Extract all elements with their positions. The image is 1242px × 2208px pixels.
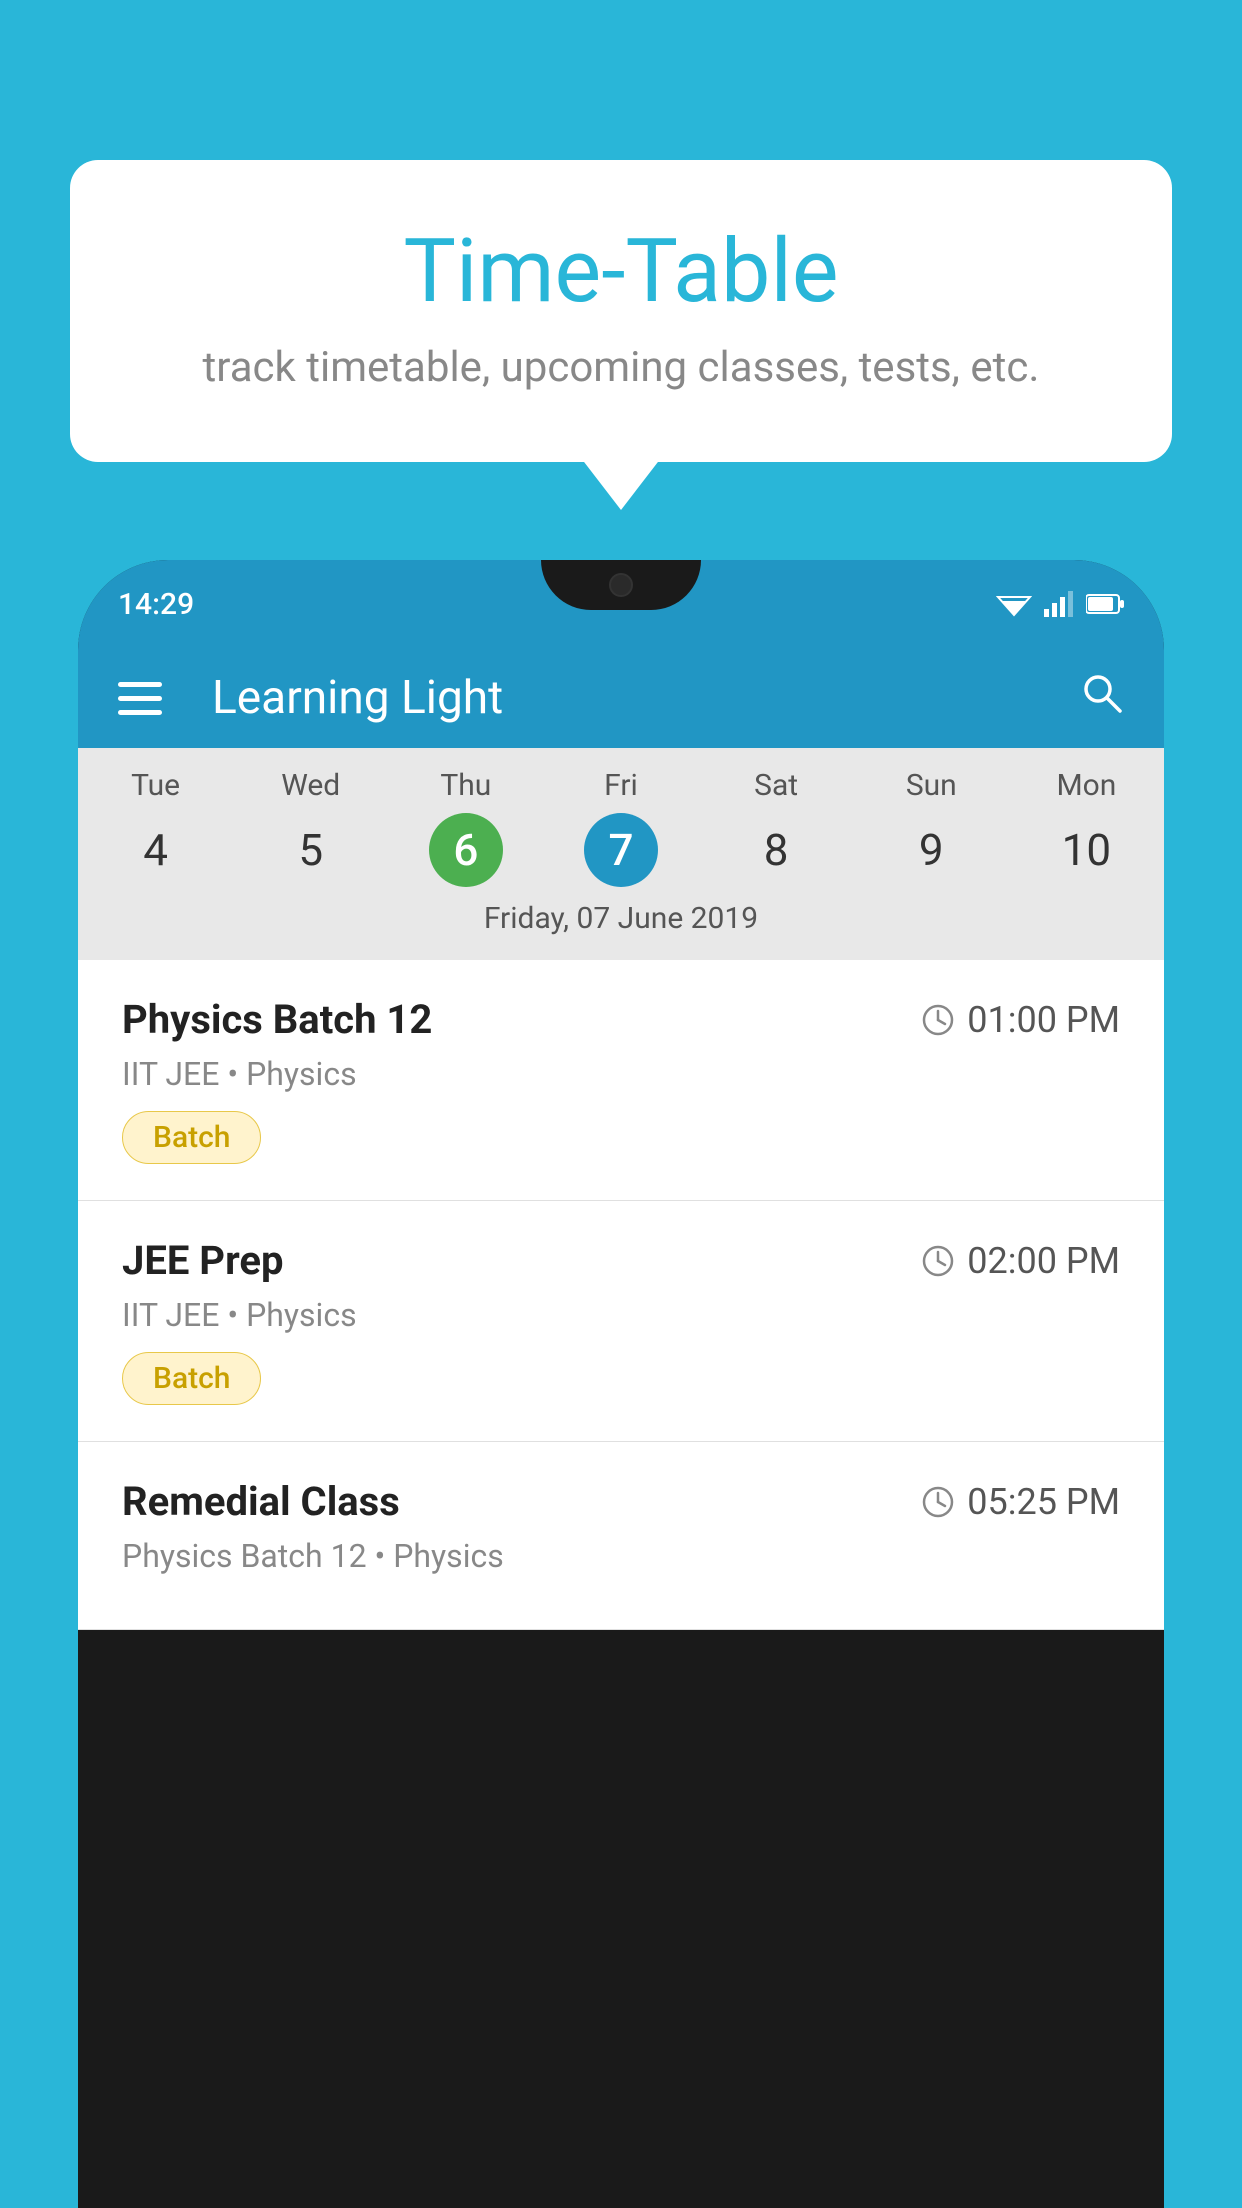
day-5[interactable]: 5 xyxy=(233,816,388,884)
wifi-icon xyxy=(996,591,1032,617)
day-label-sat[interactable]: Sat xyxy=(699,768,854,803)
schedule-subtitle-1: IIT JEE • Physics xyxy=(122,1055,1120,1093)
schedule-time-3: 05:25 PM xyxy=(921,1481,1120,1523)
day-label-fri[interactable]: Fri xyxy=(543,768,698,803)
schedule-time-2: 02:00 PM xyxy=(921,1240,1120,1282)
speech-bubble: Time-Table track timetable, upcoming cla… xyxy=(70,160,1172,462)
status-icons xyxy=(996,591,1124,617)
clock-icon-1 xyxy=(921,1003,955,1037)
day-headers: Tue Wed Thu Fri Sat Sun Mon xyxy=(78,768,1164,803)
schedule-container: Physics Batch 12 01:00 PM IIT JEE • Phys… xyxy=(78,960,1164,1630)
clock-icon-3 xyxy=(921,1485,955,1519)
schedule-subtitle-3: Physics Batch 12 • Physics xyxy=(122,1537,1120,1575)
day-label-tue[interactable]: Tue xyxy=(78,768,233,803)
day-8[interactable]: 8 xyxy=(699,816,854,884)
hamburger-menu-button[interactable] xyxy=(118,682,162,715)
notch xyxy=(541,560,701,610)
status-bar: 14:29 xyxy=(78,560,1164,648)
schedule-subtitle-2: IIT JEE • Physics xyxy=(122,1296,1120,1334)
schedule-time-1: 01:00 PM xyxy=(921,999,1120,1041)
app-bar: Learning Light xyxy=(78,648,1164,748)
batch-badge-2: Batch xyxy=(122,1352,261,1405)
speech-bubble-subtitle: track timetable, upcoming classes, tests… xyxy=(150,343,1092,392)
app-title: Learning Light xyxy=(212,671,1040,725)
day-4[interactable]: 4 xyxy=(78,816,233,884)
current-date-label: Friday, 07 June 2019 xyxy=(78,901,1164,950)
batch-badge-1: Batch xyxy=(122,1111,261,1164)
day-label-mon[interactable]: Mon xyxy=(1009,768,1164,803)
day-label-thu[interactable]: Thu xyxy=(388,768,543,803)
camera xyxy=(609,573,633,597)
schedule-item-3[interactable]: Remedial Class 05:25 PM Physics Batch 12… xyxy=(78,1442,1164,1630)
day-label-sun[interactable]: Sun xyxy=(854,768,1009,803)
day-6-today[interactable]: 6 xyxy=(429,813,503,887)
day-9[interactable]: 9 xyxy=(854,816,1009,884)
calendar-strip: Tue Wed Thu Fri Sat Sun Mon 4 5 6 7 8 9 … xyxy=(78,748,1164,960)
day-label-wed[interactable]: Wed xyxy=(233,768,388,803)
schedule-item-1[interactable]: Physics Batch 12 01:00 PM IIT JEE • Phys… xyxy=(78,960,1164,1201)
day-numbers: 4 5 6 7 8 9 10 xyxy=(78,813,1164,887)
schedule-item-2[interactable]: JEE Prep 02:00 PM IIT JEE • Physics Batc… xyxy=(78,1201,1164,1442)
clock-icon-2 xyxy=(921,1244,955,1278)
day-7-selected[interactable]: 7 xyxy=(584,813,658,887)
search-button[interactable] xyxy=(1080,671,1124,726)
phone-frame: 14:29 xyxy=(78,560,1164,2208)
battery-icon xyxy=(1086,593,1124,615)
day-10[interactable]: 10 xyxy=(1009,816,1164,884)
schedule-title-3: Remedial Class xyxy=(122,1478,400,1525)
schedule-title-2: JEE Prep xyxy=(122,1237,283,1284)
signal-icon xyxy=(1044,591,1074,617)
status-time: 14:29 xyxy=(118,587,194,622)
speech-bubble-title: Time-Table xyxy=(150,220,1092,323)
schedule-title-1: Physics Batch 12 xyxy=(122,996,432,1043)
